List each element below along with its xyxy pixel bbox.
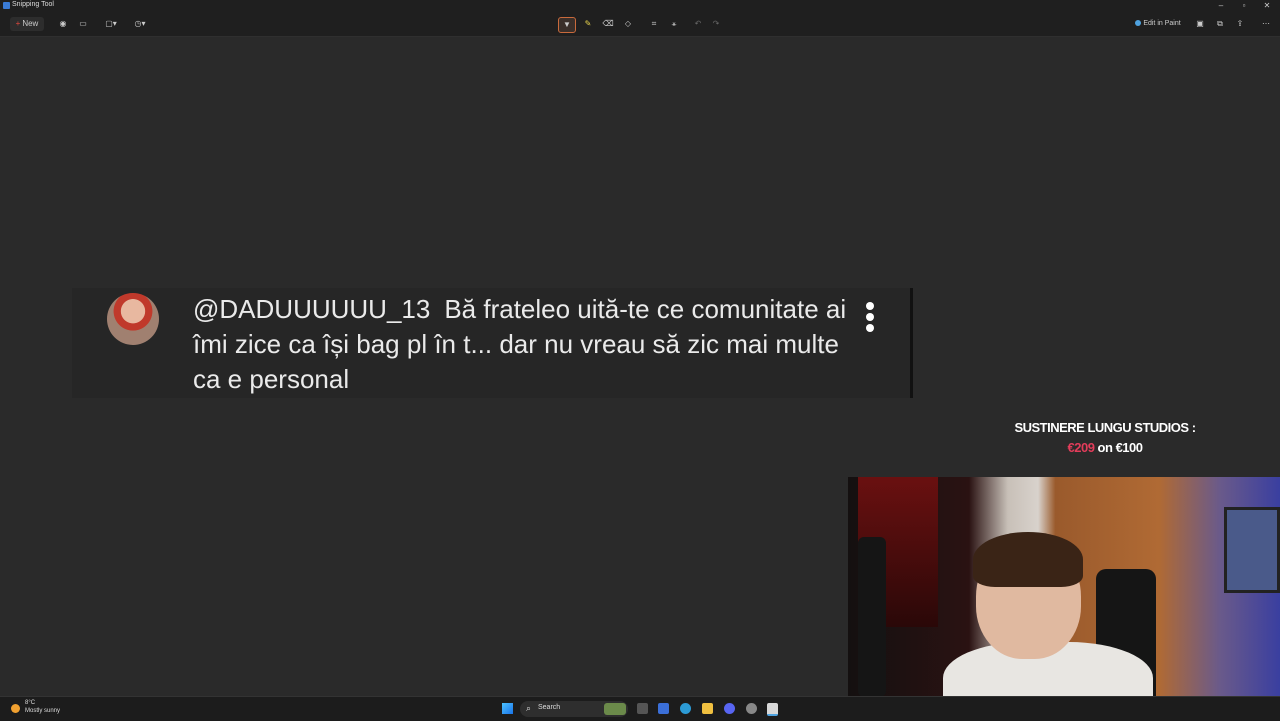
maximize-button[interactable]: ▫ — [1233, 0, 1255, 12]
microphone — [858, 537, 886, 697]
wall-frame — [1224, 507, 1280, 593]
highlighter-icon[interactable]: ▼ — [558, 17, 576, 33]
weather-temp[interactable]: 8°C — [25, 700, 35, 706]
support-goal: SUSTINERE LUNGU STUDIOS : €209 on €100 — [1005, 420, 1205, 455]
ocr-icon[interactable]: ⚹ — [668, 17, 680, 31]
support-current: €209 — [1067, 440, 1095, 455]
close-button[interactable]: ✕ — [1256, 0, 1278, 12]
new-button[interactable]: + New — [10, 17, 44, 31]
support-separator: on — [1097, 440, 1113, 455]
share-icon[interactable]: ⇪ — [1234, 17, 1246, 31]
minimize-button[interactable]: – — [1210, 0, 1232, 12]
rectangle-icon[interactable]: ▢▾ — [101, 17, 121, 31]
file-explorer-icon[interactable] — [702, 703, 713, 714]
pen-icon[interactable]: ✎ — [582, 17, 594, 31]
video-icon[interactable]: ▭ — [77, 17, 89, 31]
redo-icon[interactable]: ↷ — [710, 17, 722, 31]
snip-mode-icon[interactable]: ◉ — [57, 17, 69, 31]
copy-icon[interactable]: ⧉ — [1214, 17, 1226, 31]
avatar — [107, 293, 159, 345]
plus-icon: + — [15, 19, 21, 28]
new-button-label: New — [22, 19, 39, 28]
snipping-tool-taskbar-icon[interactable] — [767, 703, 778, 716]
discord-icon[interactable] — [724, 703, 735, 714]
person-hair — [973, 532, 1083, 587]
paint-icon — [1135, 20, 1142, 26]
eraser-icon[interactable]: ⌫ — [602, 17, 614, 31]
title-bar: Snipping Tool – ▫ ✕ — [0, 0, 1280, 12]
edit-in-paint-label: Edit in Paint — [1143, 20, 1181, 27]
search-icon: ⌕ — [526, 703, 532, 713]
weather-sun-icon[interactable] — [11, 704, 20, 713]
more-icon[interactable]: ⋯ — [1260, 17, 1272, 31]
support-title: SUSTINERE LUNGU STUDIOS : — [1014, 420, 1196, 435]
search-label: Search — [538, 704, 561, 711]
support-amount: €209 on €100 — [1005, 440, 1205, 455]
toolbar: + New ◉ ▭ ▢▾ ◷▾ ▼ ✎ ⌫ ◇ ⌗ ⚹ ↶ ↷ Edit in P… — [0, 12, 1280, 37]
edge-icon[interactable] — [680, 703, 691, 714]
webcam-feed — [848, 477, 1280, 720]
comment-handle: @DADUUUUUU_13 — [193, 294, 431, 324]
snipping-tool-icon — [3, 2, 10, 9]
kebab-menu-icon[interactable] — [866, 302, 874, 335]
weather-desc[interactable]: Mostly sunny — [25, 708, 60, 714]
windows-start-icon[interactable] — [502, 703, 513, 714]
copilot-icon[interactable] — [658, 703, 669, 714]
window-title: Snipping Tool — [12, 1, 54, 8]
obs-icon[interactable] — [746, 703, 757, 714]
shapes-icon[interactable]: ◇ — [622, 17, 634, 31]
delay-icon[interactable]: ◷▾ — [130, 17, 150, 31]
task-view-icon[interactable] — [637, 703, 648, 714]
undo-icon[interactable]: ↶ — [692, 17, 704, 31]
taskbar: 8°C Mostly sunny ⌕ Search — [0, 696, 1280, 721]
taskbar-search[interactable]: ⌕ Search — [520, 701, 628, 717]
search-highlight-icon — [604, 703, 626, 715]
comment-body: @DADUUUUUU_13 Bă frateleo uită-te ce comu… — [193, 292, 853, 397]
save-icon[interactable]: ▣ — [1194, 17, 1206, 31]
crop-icon[interactable]: ⌗ — [648, 17, 660, 31]
youtube-comment: @DADUUUUUU_13 Bă frateleo uită-te ce comu… — [72, 288, 913, 398]
edit-in-paint-button[interactable]: Edit in Paint — [1130, 17, 1186, 31]
support-goal-value: €100 — [1115, 440, 1143, 455]
